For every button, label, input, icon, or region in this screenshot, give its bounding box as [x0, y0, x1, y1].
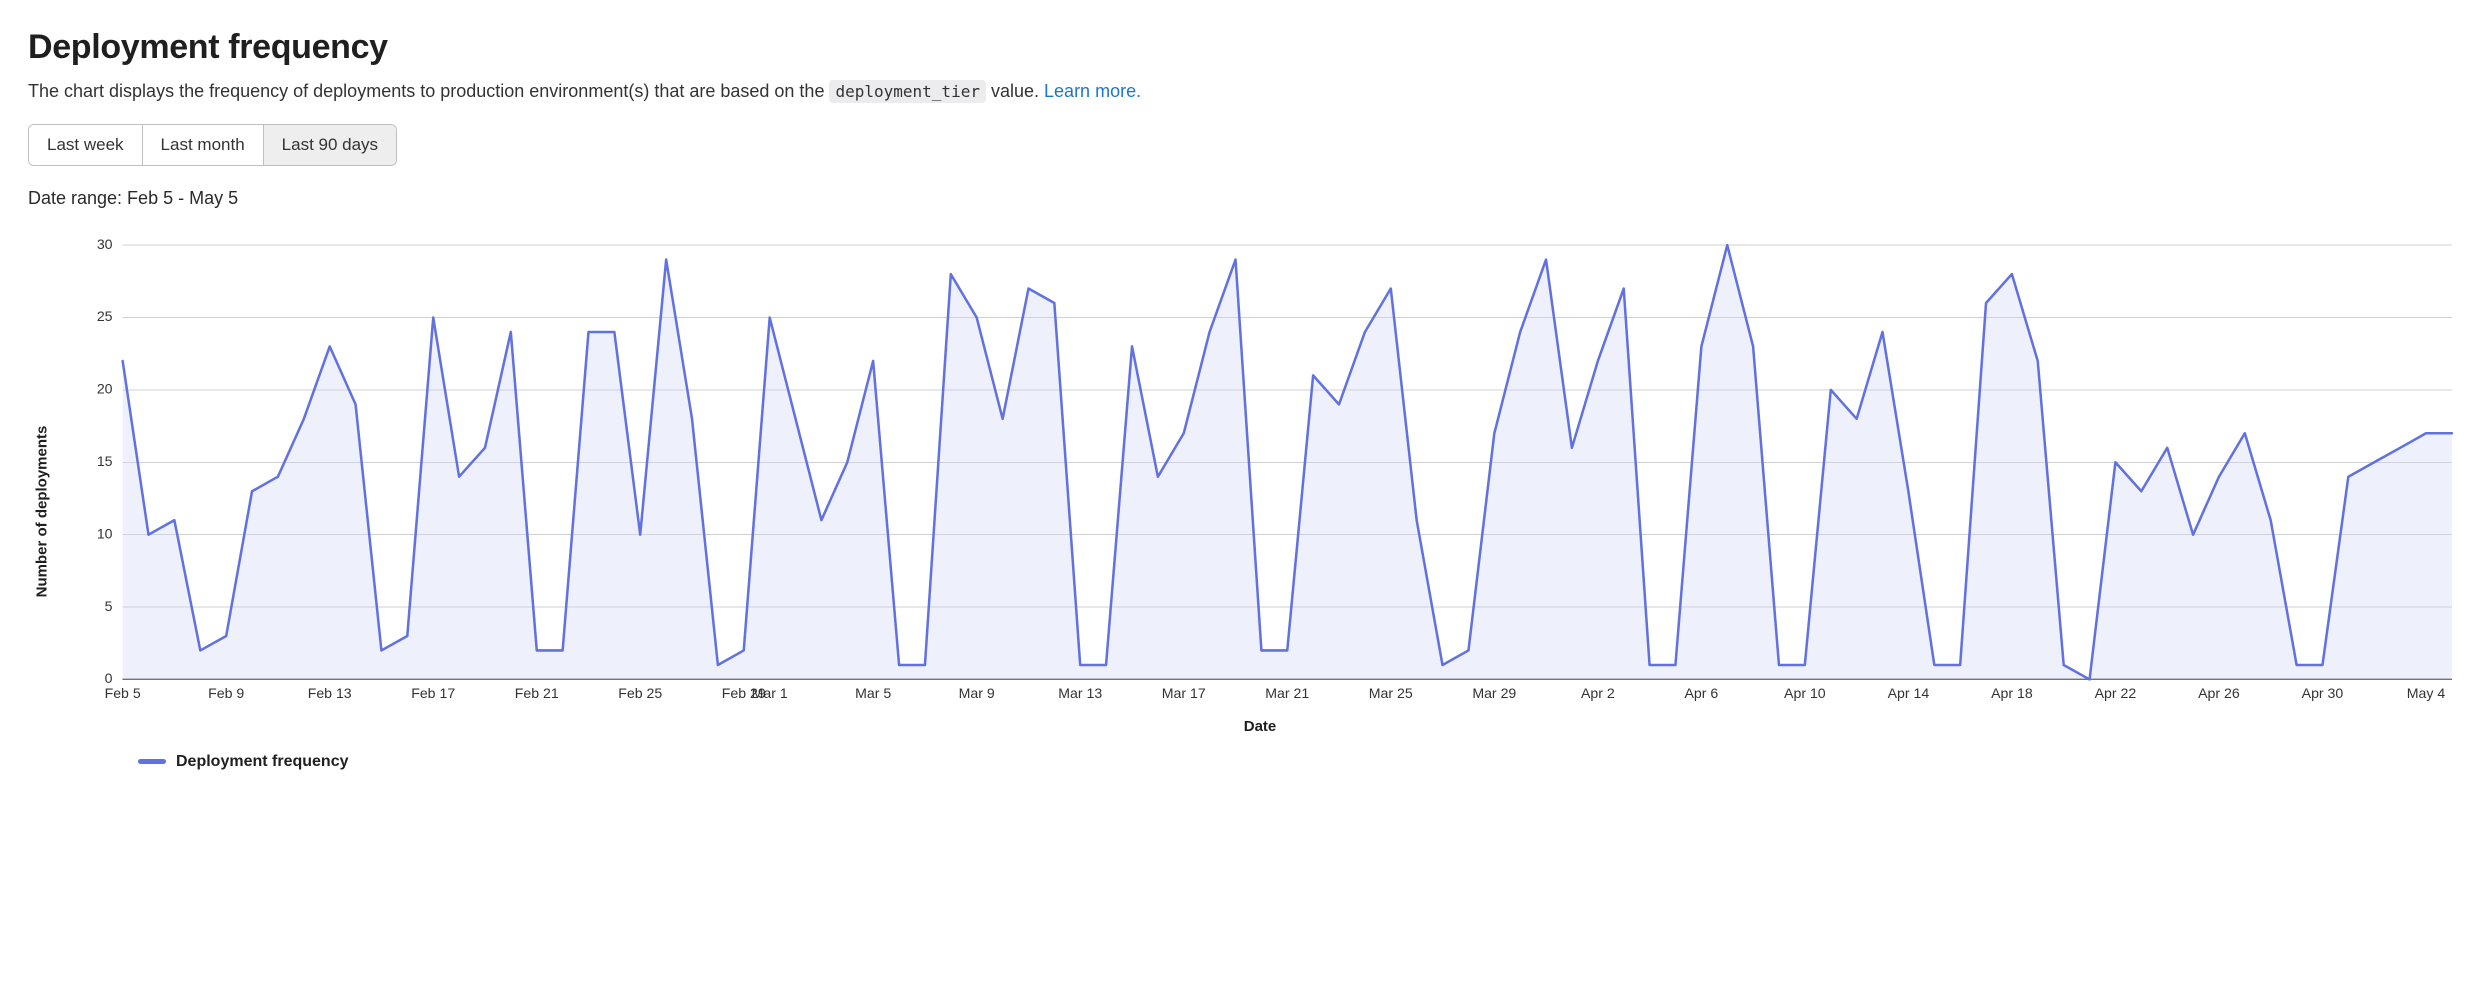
svg-text:Apr 18: Apr 18: [1991, 685, 2033, 701]
page-title: Deployment frequency: [28, 28, 2462, 67]
svg-text:Feb 21: Feb 21: [515, 685, 559, 701]
range-button-last-month[interactable]: Last month: [142, 125, 263, 165]
svg-text:May 4: May 4: [2407, 685, 2446, 701]
legend-swatch-icon: [138, 759, 166, 764]
svg-text:Feb 13: Feb 13: [308, 685, 352, 701]
page-subtitle: The chart displays the frequency of depl…: [28, 81, 2462, 102]
svg-text:Apr 22: Apr 22: [2095, 685, 2137, 701]
svg-text:Mar 13: Mar 13: [1058, 685, 1102, 701]
svg-text:Mar 1: Mar 1: [752, 685, 788, 701]
subtitle-text-after: value.: [991, 81, 1044, 101]
svg-text:Mar 17: Mar 17: [1162, 685, 1206, 701]
svg-text:0: 0: [105, 670, 113, 686]
svg-text:5: 5: [105, 598, 113, 614]
svg-text:30: 30: [97, 236, 113, 252]
chart-area: Number of deployments 051015202530Feb 5F…: [58, 235, 2462, 771]
svg-text:Feb 17: Feb 17: [411, 685, 455, 701]
legend-label: Deployment frequency: [176, 753, 348, 771]
svg-text:Mar 9: Mar 9: [959, 685, 995, 701]
svg-text:Feb 25: Feb 25: [618, 685, 662, 701]
x-axis-label: Date: [58, 718, 2462, 735]
svg-text:15: 15: [97, 453, 113, 469]
time-range-segmented-control: Last weekLast monthLast 90 days: [28, 124, 397, 166]
svg-text:Apr 14: Apr 14: [1888, 685, 1930, 701]
svg-text:10: 10: [97, 525, 113, 541]
subtitle-text-before: The chart displays the frequency of depl…: [28, 81, 829, 101]
svg-text:Feb 9: Feb 9: [208, 685, 244, 701]
svg-text:25: 25: [97, 308, 113, 324]
learn-more-link[interactable]: Learn more.: [1044, 81, 1141, 101]
svg-text:Apr 10: Apr 10: [1784, 685, 1826, 701]
svg-text:Mar 25: Mar 25: [1369, 685, 1413, 701]
svg-text:Apr 2: Apr 2: [1581, 685, 1615, 701]
deployment-frequency-chart: 0 5 10 15 20 25 30 Feb 5 Feb 9 Feb 13 Feb 17 Feb 21…: [58, 235, 2462, 710]
svg-text:Mar 21: Mar 21: [1265, 685, 1309, 701]
svg-text:Mar 5: Mar 5: [855, 685, 891, 701]
svg-text:Feb 5: Feb 5: [105, 685, 141, 701]
y-axis-label: Number of deployments: [34, 426, 51, 598]
svg-text:Apr 30: Apr 30: [2302, 685, 2344, 701]
svg-text:Apr 26: Apr 26: [2198, 685, 2240, 701]
chart-legend: Deployment frequency: [138, 753, 2462, 771]
svg-text:20: 20: [97, 381, 113, 397]
range-button-last-week[interactable]: Last week: [29, 125, 142, 165]
code-token-deployment-tier: deployment_tier: [829, 80, 986, 103]
date-range-label: Date range: Feb 5 - May 5: [28, 188, 2462, 209]
svg-text:Mar 29: Mar 29: [1472, 685, 1516, 701]
range-button-last-90-days[interactable]: Last 90 days: [263, 125, 396, 165]
svg-text:Apr 6: Apr 6: [1684, 685, 1718, 701]
